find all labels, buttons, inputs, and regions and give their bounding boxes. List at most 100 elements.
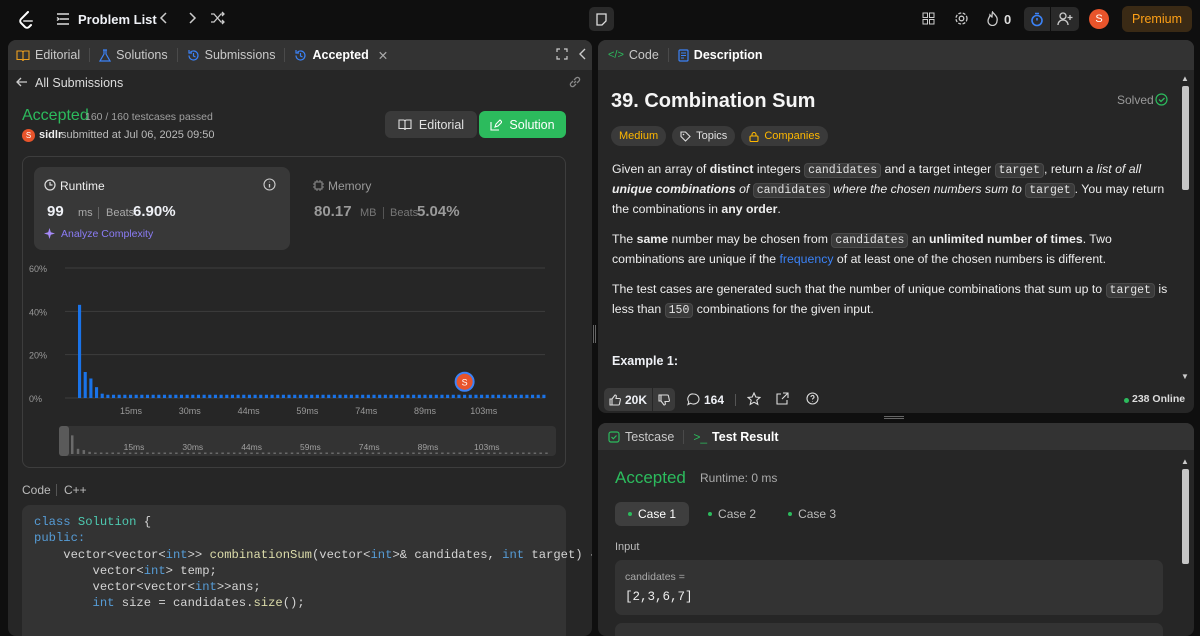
- distribution-bar: [423, 394, 427, 398]
- tab-test-result[interactable]: >_ Test Result: [693, 430, 778, 444]
- code-token: int: [502, 547, 525, 562]
- problem-list-link[interactable]: Problem List: [78, 12, 157, 27]
- tab-solutions[interactable]: Solutions: [99, 48, 168, 62]
- dislike-button[interactable]: [653, 388, 675, 411]
- tab-submissions[interactable]: Submissions: [187, 48, 275, 62]
- distribution-bar: [281, 394, 285, 398]
- case-tab-1[interactable]: Case 1: [615, 502, 690, 526]
- info-icon[interactable]: [263, 178, 276, 191]
- prev-problem-icon[interactable]: [158, 11, 170, 25]
- input-box[interactable]: candidates = [2,3,6,7]: [615, 560, 1163, 615]
- scroll-up-icon[interactable]: ▲: [1181, 74, 1189, 83]
- share-link-icon[interactable]: [568, 75, 582, 92]
- shuffle-icon[interactable]: [210, 11, 226, 25]
- runtime-card[interactable]: Runtime 99 ms Beats 6.90% Analyze Comple…: [34, 167, 290, 250]
- stat-divider: [383, 207, 384, 219]
- mini-bar: [313, 452, 317, 454]
- case-tab-3[interactable]: Case 3: [775, 502, 849, 526]
- mini-bar: [377, 452, 381, 454]
- distribution-bar: [315, 394, 319, 398]
- editorial-button-label: Editorial: [418, 117, 465, 132]
- scroll-down-icon[interactable]: ▼: [1181, 372, 1189, 381]
- difficulty-badge[interactable]: Medium: [611, 126, 667, 146]
- star-favorite-icon[interactable]: [747, 392, 761, 406]
- distribution-bar: [338, 394, 342, 398]
- mini-bar: [452, 452, 456, 454]
- share-external-icon[interactable]: [776, 392, 789, 405]
- description-text: integers: [753, 162, 805, 176]
- code-line: vector<vector<int>> combinationSum(vecto…: [34, 547, 592, 563]
- y-tick-label: 0%: [29, 394, 42, 404]
- streak-fire-icon[interactable]: [986, 11, 999, 26]
- leetcode-logo-icon[interactable]: [16, 10, 36, 30]
- timer-button[interactable]: [1024, 7, 1050, 31]
- layout-icon[interactable]: [922, 12, 935, 25]
- tab-code-label: Code: [628, 48, 659, 62]
- tab-testcase[interactable]: Testcase: [608, 430, 674, 444]
- comment-count[interactable]: 164: [704, 393, 724, 407]
- runtime-distribution-chart[interactable]: 60% 40% 20% 0% 15ms 30ms 44ms 59ms 74ms 89ms 103ms…: [23, 252, 567, 467]
- like-button[interactable]: 20K: [604, 388, 652, 411]
- description-paragraph-1: Given an array of distinct integers cand…: [612, 160, 1172, 218]
- problem-list-icon[interactable]: [56, 12, 70, 26]
- tab-description[interactable]: Description: [678, 48, 763, 62]
- all-submissions-link[interactable]: All Submissions: [35, 76, 123, 90]
- memory-beats-label: Beats: [390, 207, 419, 219]
- topics-tag[interactable]: Topics: [672, 126, 736, 146]
- description-scrollbar[interactable]: ▲ ▼: [1180, 70, 1190, 388]
- back-arrow-icon[interactable]: [16, 76, 28, 91]
- add-friend-button[interactable]: [1051, 7, 1079, 31]
- code-token: size = candidates.: [114, 596, 254, 611]
- close-tab-icon[interactable]: ✕: [378, 48, 388, 63]
- tab-code[interactable]: </> Code: [608, 48, 659, 62]
- scroll-up-icon[interactable]: ▲: [1181, 457, 1189, 466]
- right-tab-bar: </> Code Description: [598, 40, 1194, 70]
- range-slider-handle-left[interactable]: [59, 426, 69, 456]
- mini-bar: [331, 452, 334, 454]
- note-icon: [596, 12, 607, 26]
- collapse-left-icon[interactable]: [578, 48, 588, 60]
- scroll-thumb[interactable]: [1182, 469, 1189, 564]
- vertical-resizer[interactable]: [884, 416, 904, 419]
- mini-bar: [157, 452, 161, 454]
- settings-gear-icon[interactable]: [954, 11, 969, 26]
- next-problem-icon[interactable]: [186, 11, 198, 25]
- scroll-thumb[interactable]: [1182, 86, 1189, 190]
- comment-icon[interactable]: [687, 393, 700, 406]
- result-scrollbar[interactable]: ▲: [1180, 453, 1190, 636]
- submitter-username[interactable]: sidlr: [39, 129, 62, 141]
- description-text: an: [908, 232, 929, 246]
- distribution-bar: [225, 394, 229, 398]
- help-question-icon[interactable]: [806, 392, 819, 405]
- maximize-icon[interactable]: [556, 48, 568, 60]
- stat-divider: [56, 484, 57, 496]
- companies-tag[interactable]: Companies: [741, 126, 828, 146]
- mini-bar: [446, 452, 450, 454]
- solution-button[interactable]: Solution: [479, 111, 566, 138]
- distribution-bar: [219, 394, 223, 398]
- panel-resizer[interactable]: [593, 325, 596, 343]
- editorial-button[interactable]: Editorial: [385, 111, 477, 138]
- premium-button[interactable]: Premium: [1122, 6, 1192, 32]
- notes-button[interactable]: [589, 7, 614, 31]
- mini-bar: [175, 452, 178, 454]
- description-text: The test cases are generated such that t…: [612, 282, 1106, 296]
- mini-bar: [105, 452, 109, 454]
- mini-bar: [209, 452, 213, 454]
- tab-accepted[interactable]: Accepted ✕: [294, 48, 388, 63]
- analyze-complexity-link[interactable]: Analyze Complexity: [61, 228, 153, 240]
- tab-divider: [89, 48, 91, 62]
- distribution-bar: [349, 394, 353, 398]
- code-token: vector<: [34, 563, 144, 578]
- memory-label: Memory: [328, 179, 372, 193]
- runtime-value: 99: [47, 203, 64, 220]
- submitter-avatar: S: [22, 129, 35, 142]
- frequency-link[interactable]: frequency: [779, 252, 833, 266]
- tab-editorial[interactable]: Editorial: [16, 48, 80, 62]
- code-block[interactable]: class Solution {public: vector<vector<in…: [22, 505, 592, 636]
- user-avatar[interactable]: S: [1089, 9, 1109, 29]
- mini-bar: [481, 452, 485, 454]
- case-tab-2[interactable]: Case 2: [695, 502, 769, 526]
- memory-card[interactable]: Memory 80.17 MB Beats 5.04%: [303, 167, 553, 250]
